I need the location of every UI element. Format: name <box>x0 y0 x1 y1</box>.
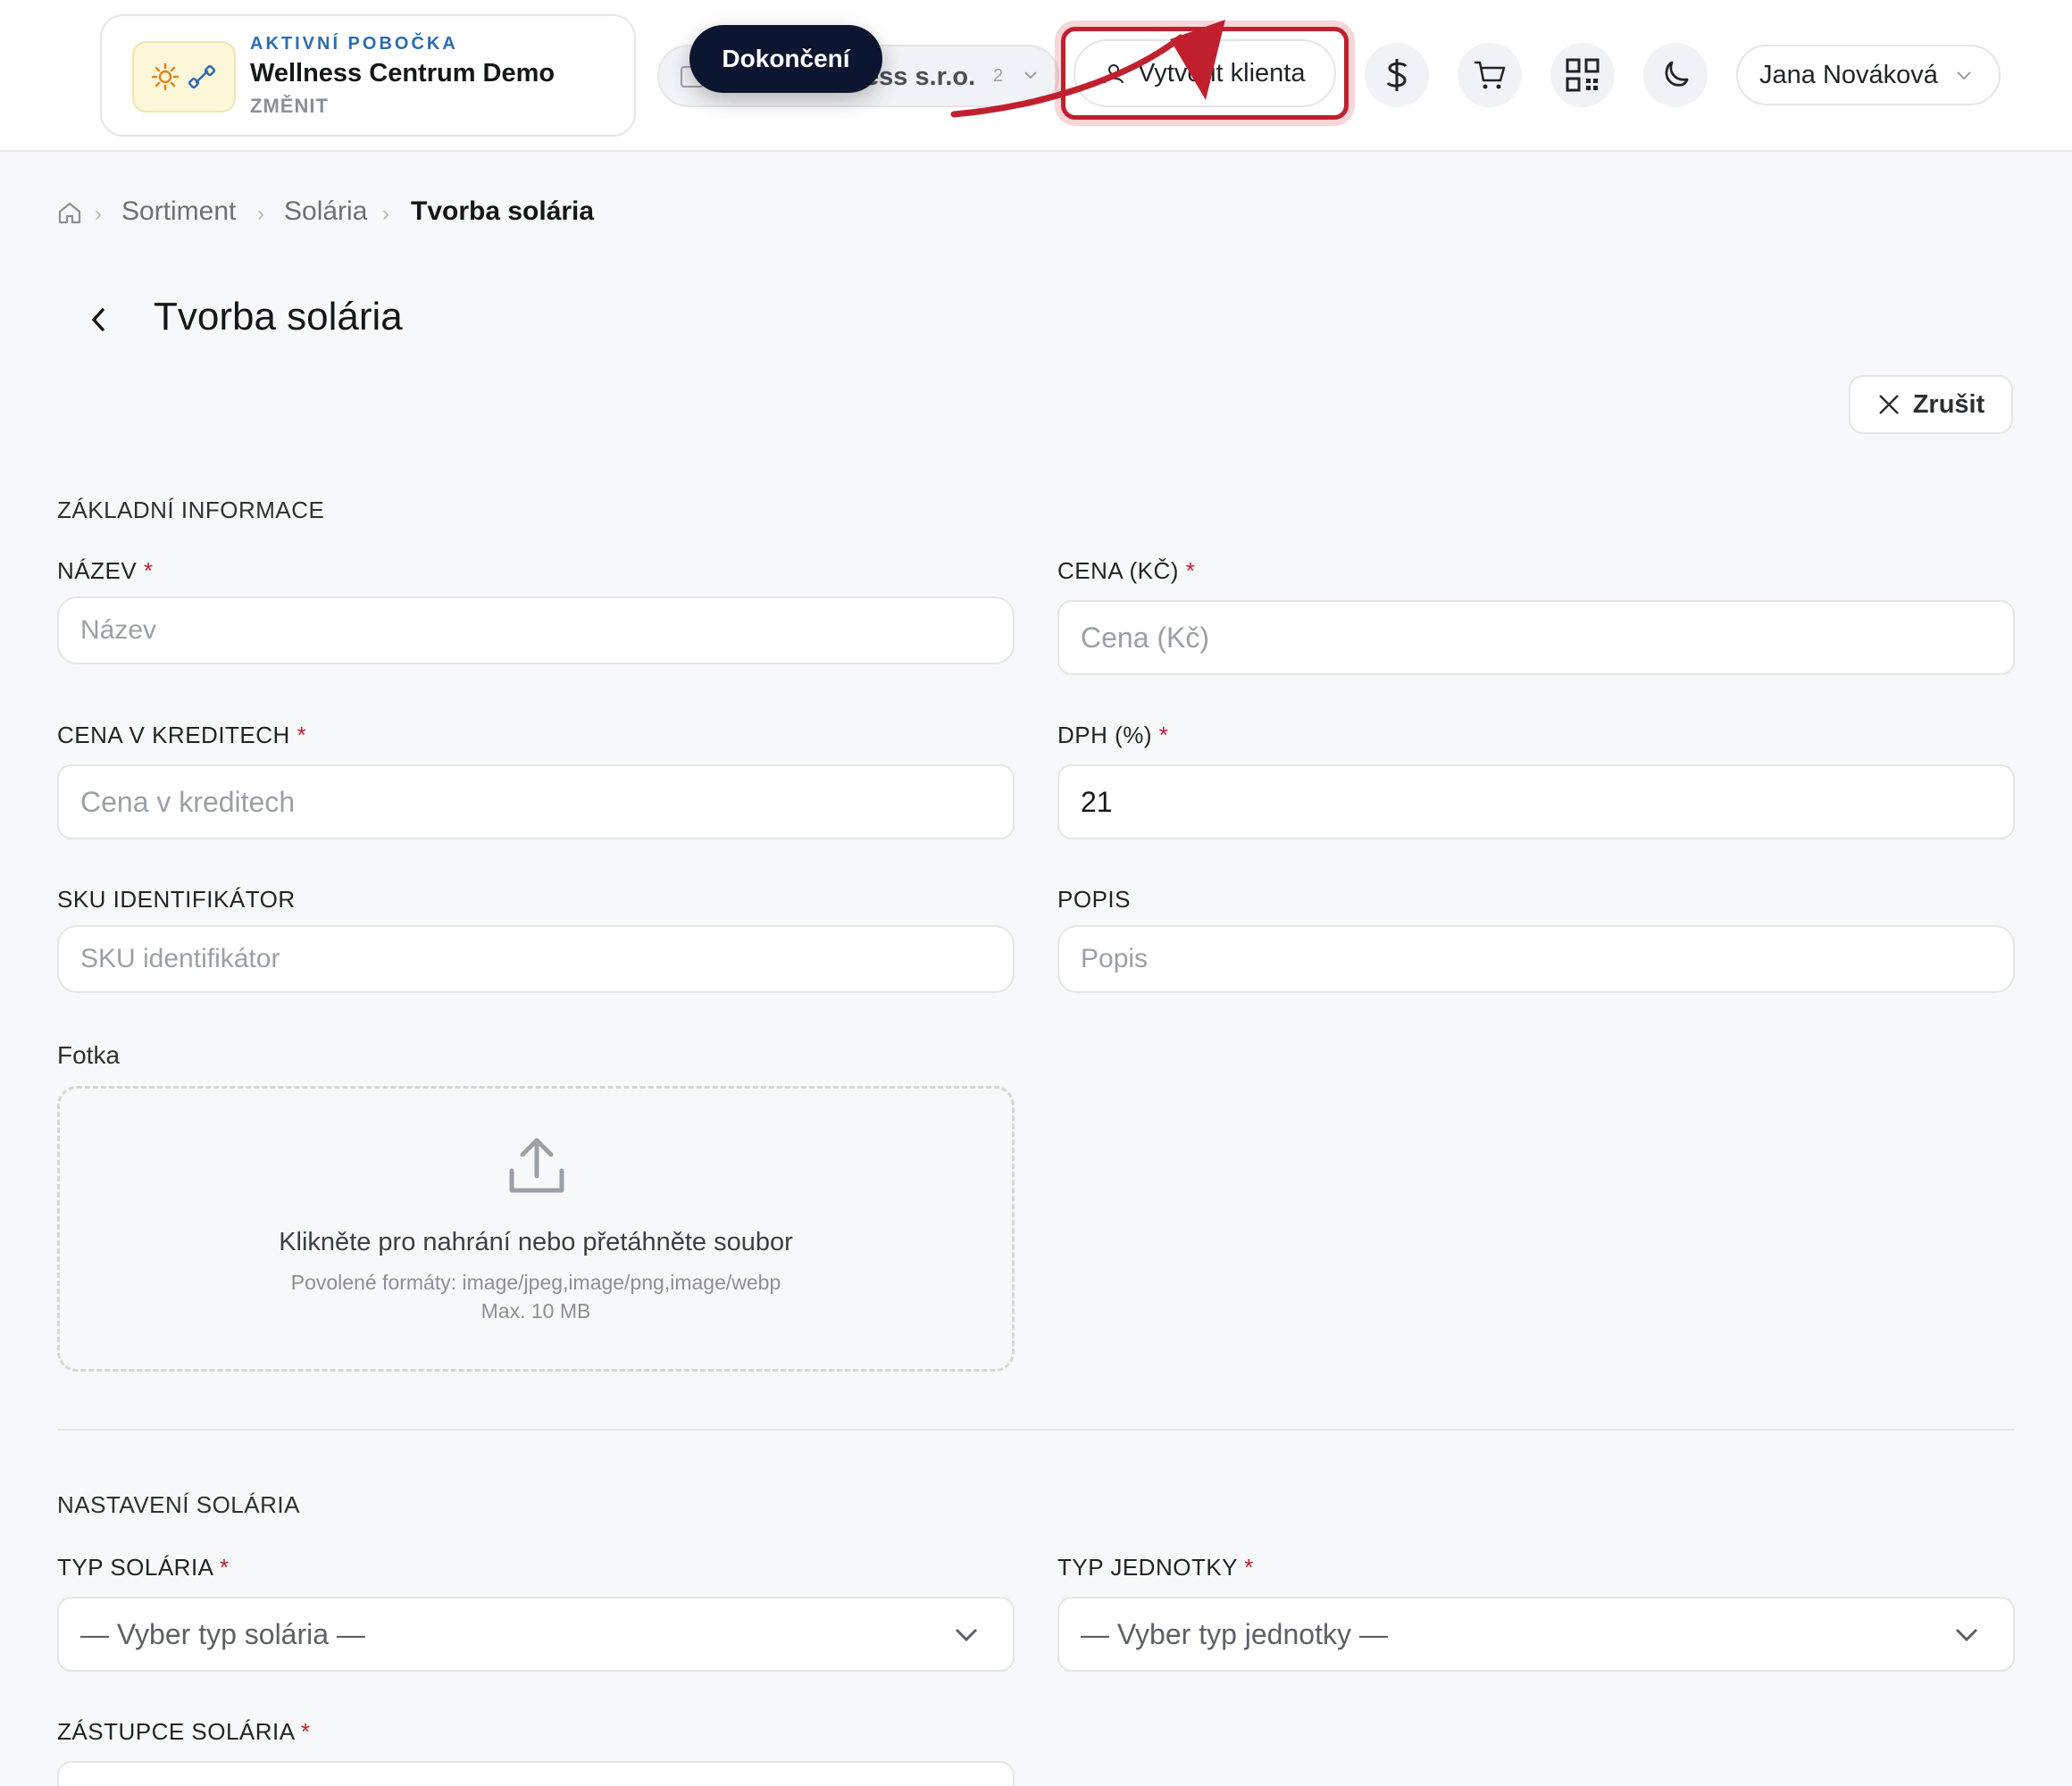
unit-type-label: TYP JEDNOTKY * <box>1057 1554 1254 1581</box>
vat-value: 21 <box>1081 785 1113 818</box>
price-placeholder: Cena (Kč) <box>1081 621 1210 654</box>
dumbbell-icon <box>188 64 216 89</box>
solarium-type-select[interactable]: — Vyber typ solária — <box>57 1597 1015 1672</box>
cart-button[interactable] <box>1458 43 1522 107</box>
active-branch-card[interactable]: AKTIVNÍ POBOČKA Wellness Centrum Demo ZM… <box>100 14 636 137</box>
branch-eyebrow: AKTIVNÍ POBOČKA <box>250 34 458 54</box>
section-title-solarium: NASTAVENÍ SOLÁRIA <box>57 1491 300 1518</box>
name-label: NÁZEV * <box>57 557 154 584</box>
home-icon[interactable] <box>57 200 82 225</box>
credits-label: CENA V KREDITECH * <box>57 722 307 748</box>
credits-placeholder: Cena v kreditech <box>80 785 296 818</box>
solarium-type-value: — Vyber typ solária — <box>80 1617 365 1650</box>
description-input[interactable]: Popis <box>1057 925 2015 993</box>
change-branch-link[interactable]: ZMĚNIT <box>250 95 329 118</box>
dropzone-cta: Klikněte pro nahrání nebo přetáhněte sou… <box>279 1228 793 1256</box>
cancel-label: Zrušit <box>1912 389 1985 419</box>
user-menu[interactable]: Jana Nováková <box>1736 45 2001 105</box>
tour-tooltip[interactable]: Dokončení <box>689 25 882 93</box>
dollar-icon <box>1386 59 1408 91</box>
branch-logo <box>132 41 236 113</box>
chevron-left-icon[interactable] <box>86 304 111 336</box>
section-title-basic: ZÁKLADNÍ INFORMACE <box>57 497 325 523</box>
sku-label: SKU IDENTIFIKÁTOR <box>57 886 296 913</box>
breadcrumb-separator: › <box>382 202 389 226</box>
breadcrumb-item-sortiment[interactable]: Sortiment <box>121 196 236 227</box>
solarium-type-label: TYP SOLÁRIA * <box>57 1554 230 1581</box>
price-input[interactable]: Cena (Kč) <box>1057 600 2015 675</box>
theme-toggle-button[interactable] <box>1643 43 1708 107</box>
name-placeholder: Název <box>80 615 157 645</box>
credits-input[interactable]: Cena v kreditech <box>57 764 1015 839</box>
chevron-down-icon <box>955 1628 978 1642</box>
vat-input[interactable]: 21 <box>1057 764 2015 839</box>
description-placeholder: Popis <box>1081 944 1149 973</box>
qr-code-icon <box>1566 58 1600 92</box>
dropzone-max-size: Max. 10 MB <box>480 1299 591 1323</box>
representative-label: ZÁSTUPCE SOLÁRIA * <box>57 1718 311 1745</box>
price-label: CENA (KČ) * <box>1057 557 1196 584</box>
qr-code-button[interactable] <box>1550 43 1615 107</box>
unit-type-select[interactable]: — Vyber typ jednotky — <box>1057 1597 2015 1672</box>
sun-icon <box>152 63 179 90</box>
unit-type-value: — Vyber typ jednotky — <box>1081 1617 1388 1650</box>
photo-dropzone[interactable]: Klikněte pro nahrání nebo přetáhněte sou… <box>57 1086 1015 1372</box>
close-icon <box>1878 395 1899 414</box>
upload-icon <box>509 1138 564 1193</box>
dropzone-formats: Povolené formáty: image/jpeg,image/png,i… <box>290 1271 781 1294</box>
section-divider <box>57 1429 2015 1431</box>
page-title: Tvorba solária <box>154 295 403 338</box>
breadcrumb-separator: › <box>95 202 102 226</box>
cart-icon <box>1475 61 1506 89</box>
chevron-down-icon <box>1957 71 1971 80</box>
representative-select[interactable] <box>57 1761 1015 1786</box>
vat-label: DPH (%) * <box>1057 722 1169 748</box>
name-input[interactable]: Název <box>57 597 1015 664</box>
cancel-button[interactable]: Zrušit <box>1849 375 2013 434</box>
chevron-down-icon <box>1955 1628 1978 1642</box>
breadcrumb-item-current: Tvorba solária <box>411 196 595 226</box>
description-label: POPIS <box>1057 886 1131 913</box>
user-name: Jana Nováková <box>1759 60 1938 89</box>
photo-label: Fotka <box>57 1041 121 1069</box>
branch-name: Wellness Centrum Demo <box>250 59 556 88</box>
moon-icon <box>1665 61 1689 87</box>
breadcrumb-separator: › <box>257 202 264 226</box>
sku-placeholder: SKU identifikátor <box>80 944 280 973</box>
top-header: AKTIVNÍ POBOČKA Wellness Centrum Demo ZM… <box>0 0 2072 152</box>
breadcrumb-item-solaria[interactable]: Solária <box>284 196 367 227</box>
sku-input[interactable]: SKU identifikátor <box>57 925 1015 993</box>
cash-register-button[interactable] <box>1365 43 1429 107</box>
tour-arrow-icon <box>950 20 1225 118</box>
